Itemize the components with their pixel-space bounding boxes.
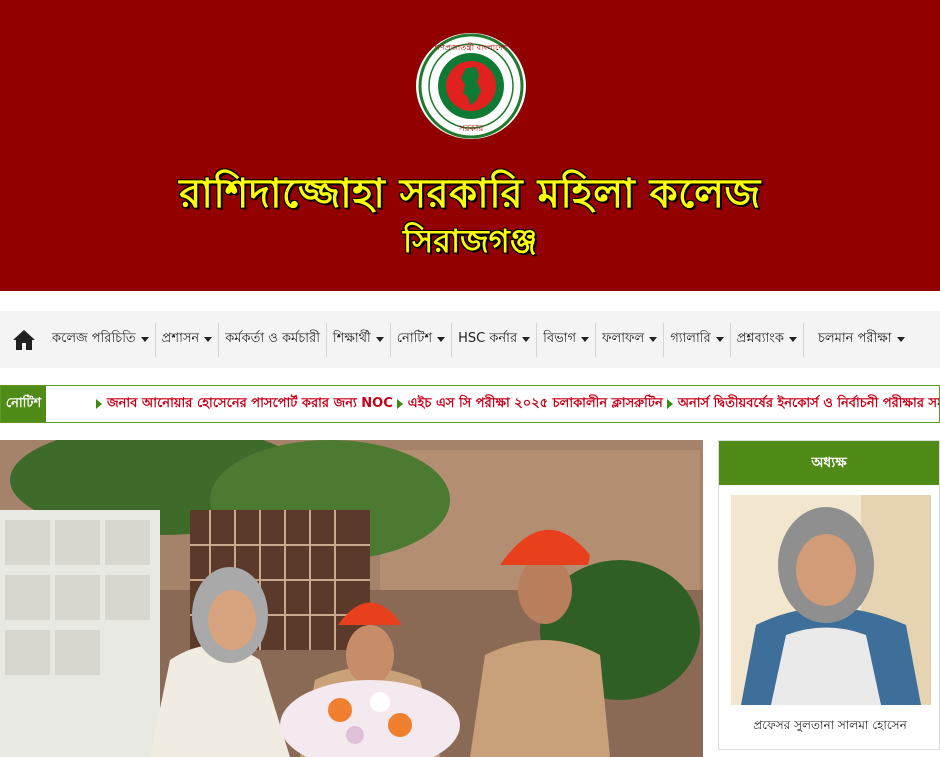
header-banner: গণপ্রজাতন্ত্রী বাংলাদেশ সরকার রাশিদাজ্জো… (0, 0, 940, 291)
nav-item-hsc-corner[interactable]: HSC কর্নার (452, 322, 538, 357)
nav-item-administration[interactable]: প্রশাসন (156, 322, 220, 357)
nav-item-label: নোটিশ (396, 331, 433, 346)
nav-item-college-intro[interactable]: কলেজ পরিচিতি (46, 322, 156, 357)
nav-item-staff[interactable]: কর্মকর্তা ও কর্মচারী (219, 322, 327, 357)
principal-photo (731, 495, 931, 705)
caret-down-icon (715, 337, 724, 342)
nav-item-label: বিভাগ (543, 331, 577, 346)
ticker-item[interactable]: অনার্স দ্বিতীয়বর্ষের ইনকোর্স ও নির্বাচন… (666, 394, 939, 415)
nav-item-label: শিক্ষার্থী (332, 331, 371, 346)
triangle-right-icon (666, 399, 673, 409)
triangle-right-icon (96, 399, 102, 409)
triangle-right-icon (396, 399, 403, 409)
caret-down-icon (375, 337, 384, 342)
caret-down-icon (896, 337, 905, 342)
main-navigation: কলেজ পরিচিতি প্রশাসন কর্মকর্তা ও কর্মচার… (0, 311, 940, 368)
nav-item-question-bank[interactable]: প্রশ্নব্যাংক (731, 322, 804, 357)
principal-name: প্রফেসর সুলতানা সালমা হোসেন (753, 718, 907, 732)
nav-item-ongoing-exam[interactable]: চলমান পরীক্ষা (804, 323, 911, 357)
college-city: সিরাজগঞ্জ (402, 222, 538, 260)
ticker-track: জনাব আনোয়ার হোসেনের পাসপোর্ট করার জন্য … (46, 394, 939, 415)
caret-down-icon (788, 337, 797, 342)
caret-down-icon (581, 337, 590, 342)
caret-down-icon (204, 337, 213, 342)
nav-item-students[interactable]: শিক্ষার্থী (327, 322, 391, 357)
hero-slider-image[interactable] (0, 440, 703, 757)
home-icon[interactable] (12, 329, 36, 351)
caret-down-icon (140, 337, 149, 342)
ticker-item-text: এইচ এস সি পরীক্ষা ২০২৫ চলাকালীন ক্লাসরুট… (407, 395, 663, 411)
nav-item-label: কলেজ পরিচিতি (52, 331, 136, 346)
nav-item-label: ফলাফল (602, 331, 645, 346)
ticker-item[interactable]: এইচ এস সি পরীক্ষা ২০২৫ চলাকালীন ক্লাসরুট… (396, 394, 663, 415)
ticker-item[interactable]: জনাব আনোয়ার হোসেনের পাসপোর্ট করার জন্য … (96, 394, 393, 415)
nav-item-label: প্রশাসন (161, 331, 200, 346)
notice-ticker: নোটিশ জনাব আনোয়ার হোসেনের পাসপোর্ট করার… (0, 385, 940, 423)
ticker-item-text: অনার্স দ্বিতীয়বর্ষের ইনকোর্স ও নির্বাচন… (677, 395, 939, 411)
nav-item-label: প্রশ্নব্যাংক (736, 331, 784, 346)
nav-item-results[interactable]: ফলাফল (596, 322, 665, 357)
principal-card: অধ্যক্ষ প্রফেসর সুলতানা সালমা হোসেন (718, 440, 940, 750)
caret-down-icon (522, 337, 531, 342)
nav-item-notice[interactable]: নোটিশ (391, 322, 453, 357)
nav-item-label: চলমান পরীক্ষা (817, 331, 892, 346)
nav-item-departments[interactable]: বিভাগ (537, 322, 597, 357)
principal-heading: অধ্যক্ষ (719, 441, 939, 485)
nav-item-label: কর্মকর্তা ও কর্মচারী (225, 331, 320, 346)
caret-down-icon (437, 337, 446, 342)
ticker-item-text: জনাব আনোয়ার হোসেনের পাসপোর্ট করার জন্য … (107, 395, 393, 411)
government-seal-logo: গণপ্রজাতন্ত্রী বাংলাদেশ সরকার (416, 33, 526, 139)
nav-item-label: HSC কর্নার (458, 331, 518, 346)
svg-text:গণপ্রজাতন্ত্রী বাংলাদেশ: গণপ্রজাতন্ত্রী বাংলাদেশ (435, 42, 508, 52)
nav-item-label: গ্যালারি (670, 331, 711, 346)
nav-item-gallery[interactable]: গ্যালারি (664, 322, 731, 357)
ticker-label: নোটিশ (1, 386, 46, 422)
svg-text:সরকার: সরকার (458, 124, 485, 134)
caret-down-icon (649, 337, 658, 342)
